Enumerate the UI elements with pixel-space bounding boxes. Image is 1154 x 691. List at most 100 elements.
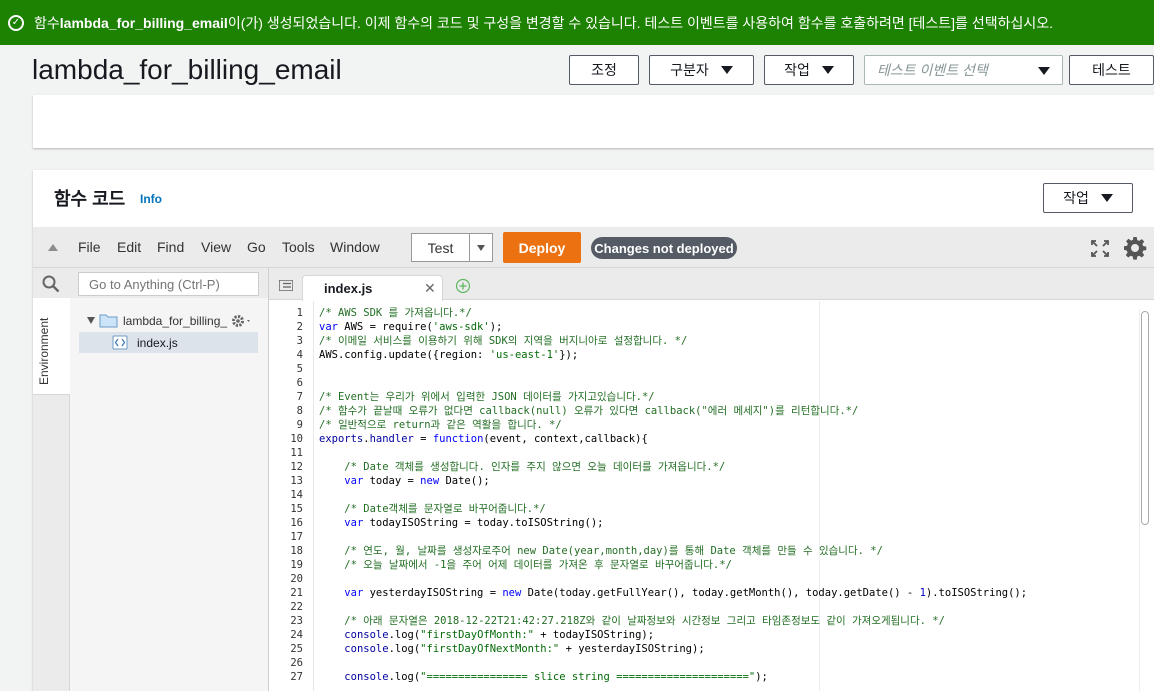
code-line: /* 이메일 서비스를 이용하기 위해 SDK의 지역을 버지니아로 설정합니다… bbox=[319, 334, 1134, 348]
line-number: 3 bbox=[296, 335, 303, 347]
line-number: 18 bbox=[290, 545, 303, 557]
gear-icon[interactable] bbox=[1123, 236, 1147, 260]
line-number: 8 bbox=[296, 405, 303, 417]
config-panel bbox=[33, 95, 1154, 148]
editor-scrollbar-thumb[interactable] bbox=[1141, 311, 1149, 525]
status-badge-label: Changes not deployed bbox=[594, 240, 734, 256]
search-icon bbox=[42, 275, 60, 293]
ide-test-dropdown[interactable] bbox=[469, 233, 493, 262]
menu-find[interactable]: Find bbox=[157, 239, 184, 255]
code-token: /* AWS SDK 를 가져옵니다.*/ bbox=[319, 307, 472, 319]
code-actions-button[interactable]: 작업 bbox=[1043, 183, 1133, 213]
code-token: Date(); bbox=[439, 475, 490, 487]
code-line: console.log("firstDayOfMonth:" + todayIS… bbox=[319, 628, 1134, 642]
code-line: /* AWS SDK 를 가져옵니다.*/ bbox=[319, 306, 1134, 320]
code-token: AWS = require( bbox=[337, 321, 433, 333]
code-token: AWS.config.update({region: bbox=[319, 349, 490, 361]
code-line: /* Date 객체를 생성합니다. 인자를 주지 않으면 오늘 데이터를 가져… bbox=[319, 460, 1134, 474]
qualifiers-button[interactable]: 구분자 bbox=[649, 55, 754, 85]
code-line: var today = new Date(); bbox=[319, 474, 1134, 488]
code-token: /* Event는 우리가 위에서 입력한 JSON 데이터를 가지고있습니다.… bbox=[319, 391, 655, 403]
menu-tools[interactable]: Tools bbox=[282, 239, 315, 255]
line-number: 25 bbox=[290, 643, 303, 655]
code-line: var AWS = require('aws-sdk'); bbox=[319, 320, 1134, 334]
code-token: /* 오늘 날짜에서 -1을 주어 어제 데이터를 가져온 후 문자열로 바꾸어… bbox=[344, 559, 732, 571]
ide-test-button[interactable]: Test bbox=[411, 233, 469, 262]
code-line: var yesterdayISOString = new Date(today.… bbox=[319, 586, 1134, 600]
test-event-select[interactable]: 테스트 이벤트 선택 bbox=[864, 55, 1063, 85]
add-tab-icon[interactable] bbox=[455, 278, 471, 294]
code-token: "================ slice string =========… bbox=[420, 671, 756, 683]
code-line: /* 일반적으로 return과 같은 역활을 합니다. */ bbox=[319, 418, 1134, 432]
ide-test-label: Test bbox=[427, 239, 454, 256]
caret-down-icon bbox=[477, 244, 485, 251]
code-token: + yesterdayISOString); bbox=[559, 643, 705, 655]
menu-window[interactable]: Window bbox=[330, 239, 380, 255]
line-number: 12 bbox=[290, 461, 303, 473]
code-token: ).toISOString(); bbox=[925, 587, 1028, 599]
fullscreen-icon[interactable] bbox=[1091, 240, 1109, 257]
folder-settings-icon[interactable] bbox=[230, 313, 254, 329]
tab-list-icon[interactable] bbox=[279, 280, 293, 291]
menu-view[interactable]: View bbox=[201, 239, 231, 255]
actions-label: 작업 bbox=[784, 62, 810, 78]
code-token: + todayISOString); bbox=[533, 629, 655, 641]
code-token: "firstDayOfMonth:" bbox=[420, 629, 534, 641]
close-icon[interactable]: ✕ bbox=[424, 280, 436, 297]
code-token: /* Date객체를 문자열로 바꾸어줍니다.*/ bbox=[344, 503, 546, 515]
code-line: exports.handler = function(event, contex… bbox=[319, 432, 1134, 446]
caret-down-icon bbox=[821, 66, 834, 74]
code-line: console.log("firstDayOfNextMonth:" + yes… bbox=[319, 642, 1134, 656]
banner-prefix: 함수 bbox=[34, 14, 60, 31]
menu-file[interactable]: File bbox=[78, 239, 101, 255]
code-token: 'us-east-1' bbox=[489, 349, 560, 361]
menu-edit[interactable]: Edit bbox=[117, 239, 141, 255]
go-to-anything-input[interactable] bbox=[78, 272, 259, 296]
banner-function-name: lambda_for_billing_email bbox=[59, 14, 228, 31]
file-name[interactable]: index.js bbox=[137, 336, 178, 350]
check-circle-icon: ✓ bbox=[8, 14, 24, 31]
lambda-console-page: ✓ 함수 lambda_for_billing_email 이(가) 생성되었습… bbox=[0, 0, 1154, 691]
success-banner: ✓ 함수 lambda_for_billing_email 이(가) 생성되었습… bbox=[0, 0, 1154, 45]
code-token: var bbox=[344, 587, 364, 599]
code-token: ); bbox=[489, 321, 503, 333]
code-content[interactable]: /* AWS SDK 를 가져옵니다.*/var AWS = require('… bbox=[319, 306, 1134, 684]
folder-name[interactable]: lambda_for_billing_ bbox=[123, 314, 227, 328]
banner-message: 이(가) 생성되었습니다. 이제 함수의 코드 및 구성을 변경할 수 있습니다… bbox=[227, 14, 1053, 31]
code-line: AWS.config.update({region: 'us-east-1'})… bbox=[319, 348, 1134, 362]
code-token: /* 아래 문자열은 2018-12-22T21:42:27.218Z와 같이 … bbox=[344, 615, 945, 627]
throttle-button[interactable]: 조정 bbox=[569, 55, 639, 85]
code-line: /* 오늘 날짜에서 -1을 주어 어제 데이터를 가져온 후 문자열로 바꾸어… bbox=[319, 558, 1134, 572]
menu-go[interactable]: Go bbox=[247, 239, 266, 255]
code-line: /* 아래 문자열은 2018-12-22T21:42:27.218Z와 같이 … bbox=[319, 614, 1134, 628]
code-token: .log( bbox=[388, 629, 421, 641]
page-title: lambda_for_billing_email bbox=[32, 54, 342, 85]
code-token: yesterdayISOString = bbox=[363, 587, 503, 599]
line-number: 17 bbox=[290, 531, 303, 543]
line-number: 13 bbox=[290, 475, 303, 487]
line-number: 2 bbox=[296, 321, 303, 333]
code-actions-label: 작업 bbox=[1063, 190, 1089, 206]
line-number: 4 bbox=[296, 349, 303, 361]
actions-button[interactable]: 작업 bbox=[764, 55, 854, 85]
code-token: Date(today.getFullYear(), today.getMonth… bbox=[521, 587, 920, 599]
throttle-label: 조정 bbox=[591, 62, 617, 78]
info-link[interactable]: Info bbox=[140, 192, 162, 206]
code-line: /* 함수가 끝날때 오류가 없다면 callback(null) 오류가 있다… bbox=[319, 404, 1134, 418]
code-token: "firstDayOfNextMonth:" bbox=[420, 643, 560, 655]
deploy-button[interactable]: Deploy bbox=[503, 232, 581, 263]
code-token: var bbox=[344, 517, 364, 529]
code-token: todayISOString = today.toISOString(); bbox=[363, 517, 604, 529]
tree-expand-icon[interactable] bbox=[87, 317, 95, 324]
test-button[interactable]: 테스트 bbox=[1069, 55, 1154, 85]
collapse-toolbar-icon[interactable] bbox=[48, 244, 58, 251]
